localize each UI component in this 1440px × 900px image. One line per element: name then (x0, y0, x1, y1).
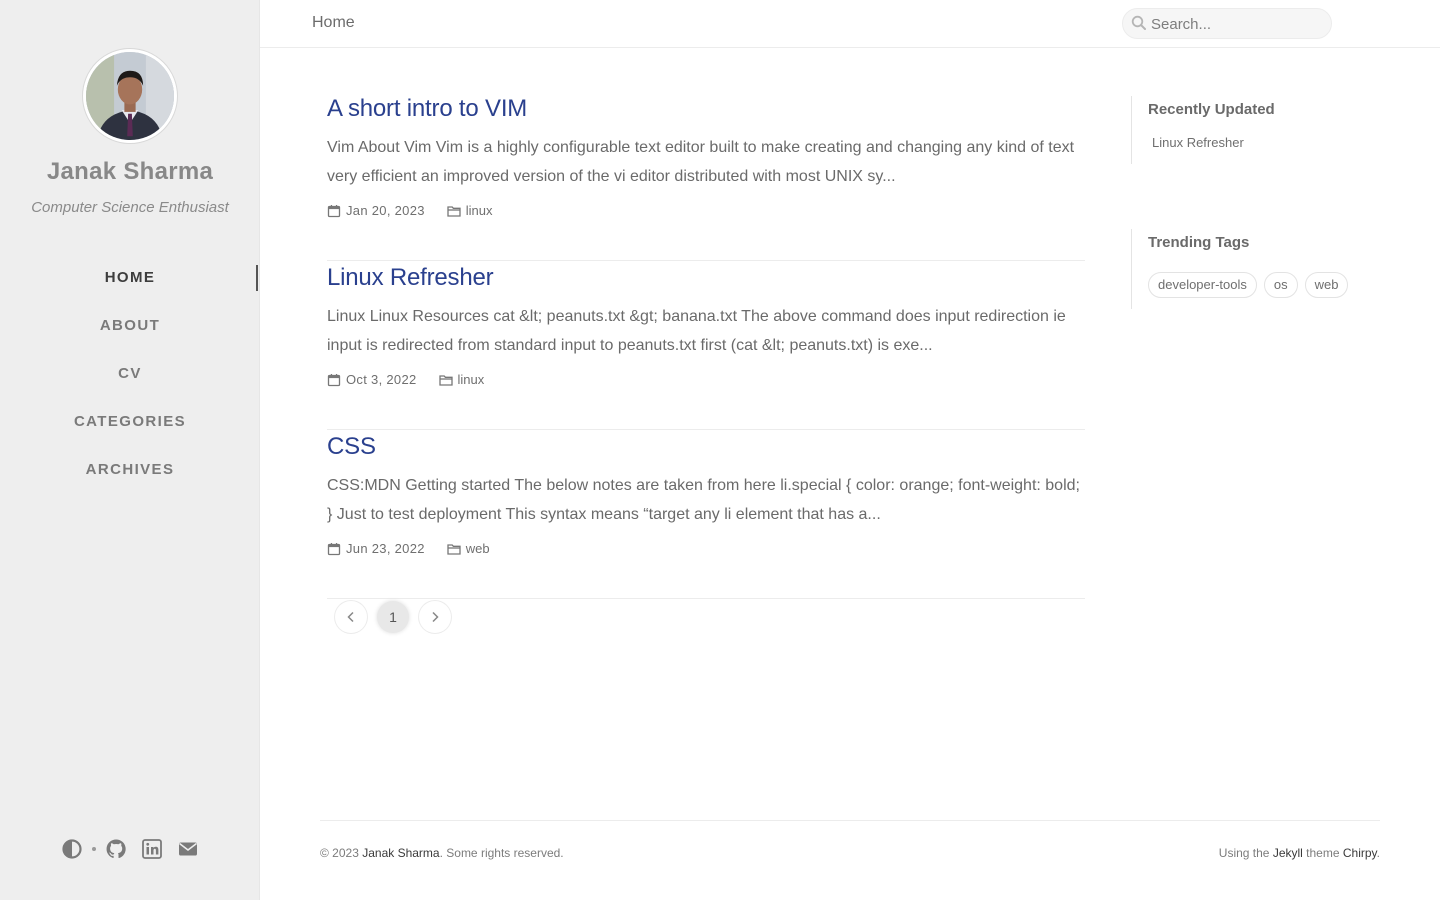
chevron-right-icon (432, 611, 439, 623)
separator-dot (92, 847, 96, 851)
theme-text: theme (1302, 846, 1343, 860)
breadcrumb: Home (312, 14, 355, 31)
tag-web[interactable]: web (1304, 272, 1349, 298)
recently-updated-panel: Recently Updated Linux Refresher (1131, 96, 1381, 164)
trending-tags-heading: Trending Tags (1148, 234, 1250, 251)
post-date: Jun 23, 2022 (346, 541, 425, 556)
nav-item-categories[interactable]: CATEGORIES (0, 398, 260, 446)
footer: © 2023 Janak Sharma. Some rights reserve… (320, 820, 1380, 870)
theme-toggle-icon[interactable] (61, 838, 83, 860)
nav-item-about[interactable]: ABOUT (0, 302, 260, 350)
post-card[interactable]: CSS CSS:MDN Getting started The below no… (327, 430, 1085, 599)
folder-icon (447, 204, 461, 218)
footer-suffix: . (1376, 846, 1380, 860)
author-tagline: Computer Science Enthusiast (31, 199, 229, 216)
post-title[interactable]: A short intro to VIM (327, 95, 527, 123)
chevron-left-icon (347, 611, 354, 623)
rights-text: . Some rights reserved. (439, 846, 564, 860)
nav-item-archives[interactable]: ARCHIVES (0, 446, 260, 494)
tag-os[interactable]: os (1263, 272, 1298, 298)
footer-credits: Using the Jekyll theme Chirpy. (1219, 846, 1380, 860)
avatar-image (86, 52, 174, 140)
tag-list: developer-tools os web (1148, 272, 1381, 298)
post-category[interactable]: web (466, 541, 490, 556)
post-card[interactable]: Linux Refresher Linux Linux Resources ca… (327, 261, 1085, 430)
post-excerpt: Linux Linux Resources cat &lt; peanuts.t… (327, 308, 1066, 354)
page-number-button[interactable]: 1 (377, 601, 409, 633)
tag-developer-tools[interactable]: developer-tools (1148, 272, 1257, 298)
search-input[interactable] (1151, 13, 1321, 35)
post-card[interactable]: A short intro to VIM Vim About Vim Vim i… (327, 92, 1085, 261)
post-category[interactable]: linux (458, 372, 485, 387)
post-title[interactable]: Linux Refresher (327, 264, 494, 292)
post-meta: Jun 23, 2022 web (327, 541, 490, 556)
footer-author-link[interactable]: Janak Sharma (362, 846, 439, 860)
search-box[interactable] (1122, 8, 1332, 39)
prev-page-button[interactable] (335, 601, 367, 633)
search-icon (1131, 15, 1147, 31)
nav-item-home[interactable]: HOME (0, 254, 260, 302)
folder-icon (447, 542, 461, 556)
recent-post-link[interactable]: Linux Refresher (1152, 135, 1381, 150)
email-icon[interactable] (177, 838, 199, 860)
post-date: Jan 20, 2023 (346, 203, 425, 218)
post-meta: Oct 3, 2022 linux (327, 372, 484, 387)
next-page-button[interactable] (419, 601, 451, 633)
calendar-icon (327, 204, 341, 218)
sidebar-nav: HOME ABOUT CV CATEGORIES ARCHIVES (0, 254, 260, 494)
trending-tags-panel: Trending Tags developer-tools os web (1131, 229, 1381, 309)
author-name[interactable]: Janak Sharma (0, 158, 260, 186)
post-category[interactable]: linux (466, 203, 493, 218)
post-meta: Jan 20, 2023 linux (327, 203, 493, 218)
topbar: Home (260, 0, 1440, 48)
sidebar: Janak Sharma Computer Science Enthusiast… (0, 0, 260, 900)
footer-copyright: © 2023 Janak Sharma. Some rights reserve… (320, 846, 564, 860)
github-icon[interactable] (105, 838, 127, 860)
sidebar-bottom-links (0, 838, 260, 864)
post-list: A short intro to VIM Vim About Vim Vim i… (327, 92, 1085, 599)
post-excerpt: Vim About Vim Vim is a highly configurab… (327, 139, 1075, 185)
post-title[interactable]: CSS (327, 433, 376, 461)
folder-icon (438, 373, 453, 387)
copyright-prefix: © 2023 (320, 846, 363, 860)
calendar-icon (327, 542, 341, 556)
calendar-icon (327, 373, 341, 387)
avatar[interactable] (83, 49, 177, 143)
recently-updated-heading: Recently Updated (1148, 101, 1275, 118)
nav-item-cv[interactable]: CV (0, 350, 260, 398)
pagination: 1 (335, 601, 461, 633)
jekyll-link[interactable]: Jekyll (1273, 846, 1303, 860)
linkedin-icon[interactable] (141, 838, 163, 860)
post-date: Oct 3, 2022 (346, 372, 417, 387)
chirpy-link[interactable]: Chirpy (1343, 846, 1377, 860)
post-excerpt: CSS:MDN Getting started The below notes … (327, 477, 1080, 523)
using-text: Using the (1218, 846, 1273, 860)
